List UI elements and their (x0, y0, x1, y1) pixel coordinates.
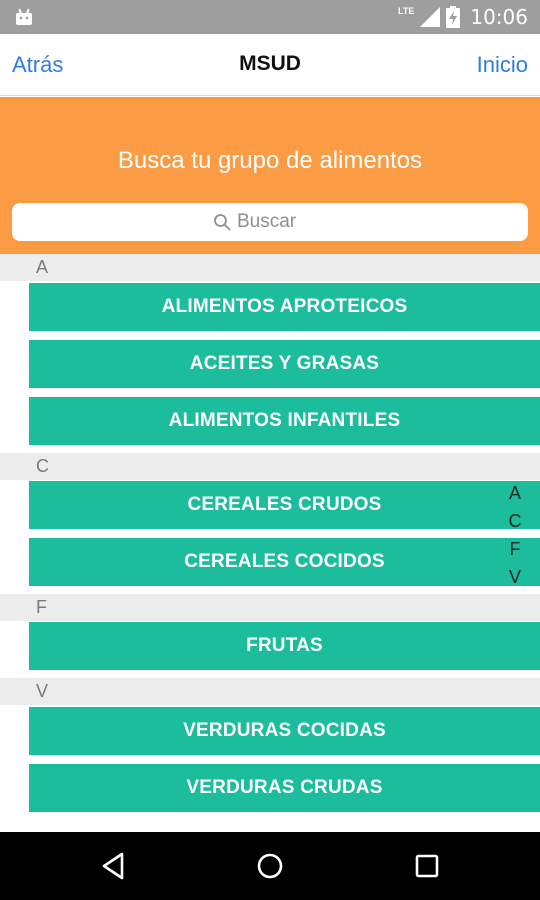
index-letter-f[interactable]: F (508, 539, 522, 560)
system-navigation-bar (0, 832, 540, 900)
battery-charging-icon (446, 6, 461, 28)
recent-apps-icon[interactable] (411, 850, 443, 882)
status-bar: LTE 10:06 (0, 0, 540, 34)
index-letter-a[interactable]: A (508, 483, 522, 504)
section-header-v: V (0, 678, 540, 705)
network-type: LTE (398, 6, 415, 16)
section-header-a: A (0, 254, 540, 281)
section-header-c: C (0, 453, 540, 480)
page-title: MSUD (239, 52, 301, 75)
navigation-bar: Atrás MSUD Inicio (0, 34, 540, 96)
list-item-aceites-y-grasas[interactable]: ACEITES Y GRASAS (29, 340, 540, 388)
list-item-cereales-crudos[interactable]: CEREALES CRUDOS (29, 481, 540, 529)
back-triangle-icon[interactable] (98, 850, 130, 882)
list-item-cereales-cocidos[interactable]: CEREALES COCIDOS (29, 538, 540, 586)
section-header-f: F (0, 594, 540, 621)
search-input[interactable] (237, 211, 327, 233)
clock: 10:06 (470, 5, 528, 29)
list-item-verduras-crudas[interactable]: VERDURAS CRUDAS (29, 764, 540, 812)
search-bar[interactable] (12, 203, 528, 241)
list-item-frutas[interactable]: FRUTAS (29, 622, 540, 670)
android-icon (16, 8, 32, 25)
search-heading: Busca tu grupo de alimentos (117, 147, 423, 174)
list-item-alimentos-aproteicos[interactable]: ALIMENTOS APROTEICOS (29, 283, 540, 331)
list-item-verduras-cocidas[interactable]: VERDURAS COCIDAS (29, 707, 540, 755)
search-icon (214, 214, 231, 231)
food-group-list[interactable]: A ALIMENTOS APROTEICOS ACEITES Y GRASAS … (0, 254, 540, 832)
signal-icon (420, 7, 441, 27)
index-letter-v[interactable]: V (508, 567, 522, 588)
index-letter-c[interactable]: C (508, 511, 522, 532)
search-header: Busca tu grupo de alimentos (0, 97, 540, 254)
home-circle-icon[interactable] (254, 850, 286, 882)
back-button[interactable]: Atrás (12, 52, 63, 78)
list-item-alimentos-infantiles[interactable]: ALIMENTOS INFANTILES (29, 397, 540, 445)
home-button[interactable]: Inicio (477, 52, 528, 78)
